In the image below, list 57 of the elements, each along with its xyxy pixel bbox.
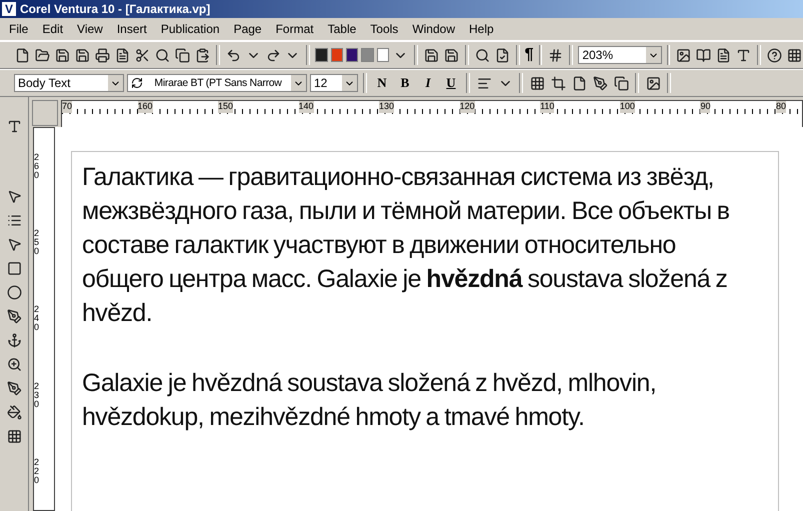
window-title: Corel Ventura 10 - [Галактика.vp] — [20, 2, 210, 16]
menu-item[interactable]: Table — [320, 22, 364, 36]
ellipse-icon[interactable] — [5, 283, 23, 301]
pen-icon[interactable] — [5, 379, 23, 397]
ruler-label: 250 — [34, 229, 40, 256]
menu-item[interactable]: Window — [405, 22, 462, 36]
frame-icon[interactable] — [549, 74, 567, 92]
menu-item[interactable]: Edit — [35, 22, 70, 36]
ruler-label: 240 — [34, 305, 40, 332]
ruler-label: 70 — [62, 101, 72, 113]
format-button[interactable]: I — [418, 73, 438, 93]
ruler-label: 120 — [460, 101, 475, 113]
color-swatch[interactable] — [315, 48, 328, 62]
size-combo[interactable]: 12 — [310, 74, 358, 92]
ruler-label: 260 — [34, 152, 40, 180]
print-icon[interactable] — [94, 46, 111, 64]
ruler-label: 130 — [379, 101, 394, 113]
fill-icon[interactable] — [5, 403, 23, 421]
menu-item[interactable]: Publication — [154, 22, 227, 36]
zoom-combo[interactable]: 203% — [578, 46, 662, 64]
pen-icon[interactable] — [5, 307, 23, 325]
menu-item[interactable]: Insert — [110, 22, 154, 36]
color-swatch[interactable] — [330, 48, 344, 62]
copy-icon[interactable] — [174, 46, 191, 64]
format-button[interactable]: N — [372, 73, 392, 93]
new-file-icon[interactable] — [14, 46, 31, 64]
pen-icon[interactable] — [591, 74, 609, 92]
paragraph: Galaxie je hvězdná soustava složená z hvězd, mlhovin, hvězdokup, mezihvězdné hmoty a tmavé hmoty. — [82, 368, 658, 433]
ruler-label: 100 — [620, 101, 635, 113]
format-button[interactable]: B — [395, 73, 415, 93]
ruler-label: 220 — [34, 458, 40, 486]
ruler-label: 140 — [298, 101, 314, 113]
menu-item[interactable]: View — [70, 22, 110, 36]
ruler-label: 230 — [34, 382, 40, 409]
help-icon[interactable] — [766, 46, 784, 64]
ruler-corner[interactable] — [32, 100, 58, 126]
menu-item[interactable]: Format — [268, 22, 321, 36]
paragraph: Галактика — гравитационно-связанная система из звёзд, межзвёздного газа, пыли и тёмной материи. Все объекты в составе галактик участвуют в движении относительно общего центра масс. Galaxie je hvězdná soustava složená z hvězd. — [82, 162, 730, 329]
font-combo[interactable]: Mirarae BT (PT Sans Narrow — [127, 74, 307, 92]
ruler-label: 110 — [540, 101, 554, 113]
copy-icon[interactable] — [612, 74, 630, 92]
menu-item[interactable]: Tools — [363, 22, 406, 36]
menu-item[interactable]: Page — [226, 22, 269, 36]
menu-item[interactable]: Help — [462, 22, 501, 36]
format-button[interactable]: U — [441, 73, 461, 93]
refresh-icon[interactable] — [131, 77, 143, 89]
ruler-label: 80 — [776, 101, 786, 113]
app-icon: V — [2, 2, 16, 16]
menu-item[interactable]: File — [2, 22, 36, 36]
color-swatch[interactable] — [346, 48, 358, 62]
ruler-label: 150 — [218, 101, 234, 113]
color-swatch[interactable] — [376, 48, 390, 62]
ruler-label: 160 — [138, 101, 153, 113]
ruler-label: 90 — [700, 101, 710, 113]
style-combo[interactable]: Body Text — [14, 74, 124, 92]
color-swatch[interactable] — [361, 48, 374, 62]
pilcrow-button[interactable]: ¶ — [524, 46, 534, 64]
